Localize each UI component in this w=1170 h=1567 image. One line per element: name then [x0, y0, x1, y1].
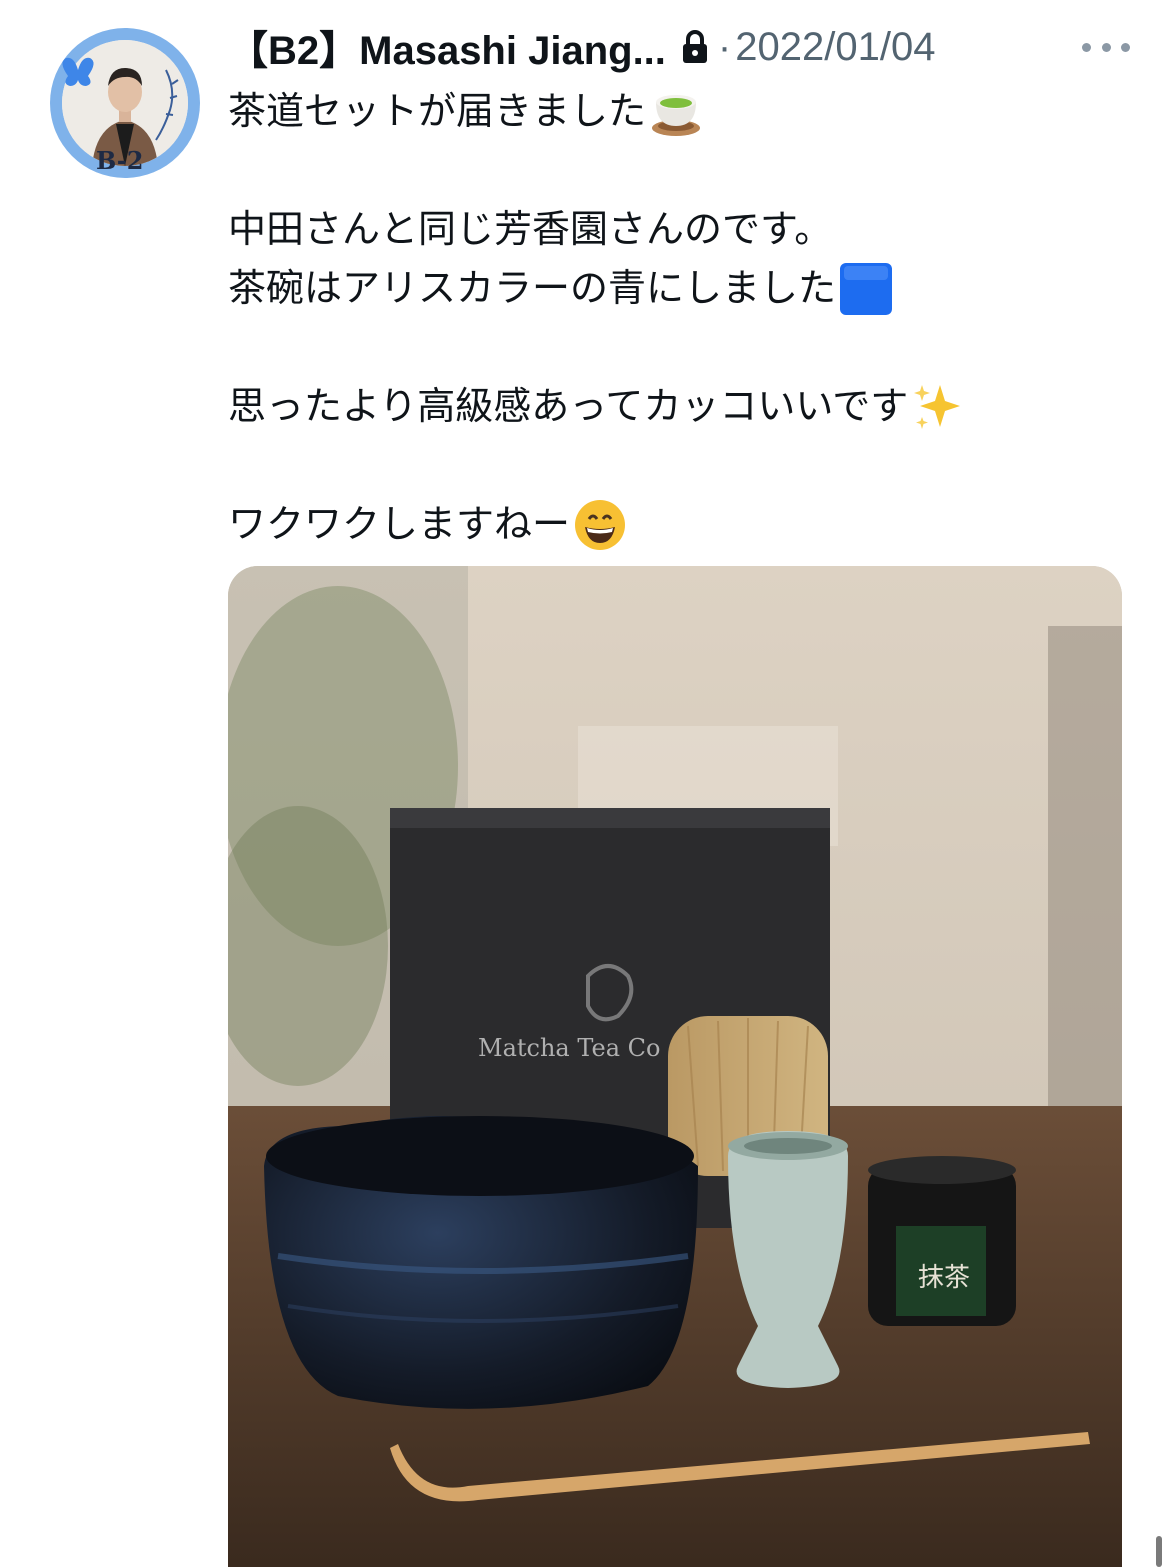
scrollbar[interactable]: [1156, 1536, 1162, 1567]
tweet-photo[interactable]: Matcha Tea Co 抹茶: [228, 566, 1122, 1567]
tweet-text: 茶道セットが届きました 中田さんと同じ芳香園さんのです。 茶碗はアリスカラーの青…: [228, 82, 1128, 554]
box-label: Matcha Tea Co: [478, 1034, 660, 1062]
matcha-set-photo-icon: Matcha Tea Co 抹茶: [228, 566, 1122, 1567]
tweet-line-text: 茶道セットが届きました: [228, 89, 647, 133]
tweet-line: [228, 141, 1128, 200]
tweet-date[interactable]: 2022/01/04: [735, 25, 935, 70]
separator-dot: ·: [717, 24, 732, 69]
avatar[interactable]: B-2: [50, 28, 200, 178]
author-name[interactable]: 【B2】Masashi Jiang...: [228, 18, 666, 76]
tweet-line: 茶道セットが届きました: [228, 82, 1128, 141]
avatar-badge-text: B-2: [96, 146, 144, 175]
sparkles-emoji-icon: [910, 379, 966, 435]
blue-square-emoji-icon: [838, 261, 894, 317]
tweet-line-text: 思ったより高級感あってカッコいいです: [228, 384, 909, 428]
teacup-emoji-icon: [648, 84, 704, 140]
lock-icon: [680, 29, 710, 65]
tweet-line-text: 茶碗はアリスカラーの青にしました: [228, 266, 837, 310]
tweet-line: 茶碗はアリスカラーの青にしました: [228, 259, 1128, 318]
tweet-line-text: 中田さんと同じ芳香園さんのです。: [228, 207, 833, 251]
more-options-icon[interactable]: [1082, 32, 1130, 62]
tweet-line: [228, 318, 1128, 377]
tweet-line: ワクワクしますねー: [228, 495, 1128, 554]
tweet-line: 中田さんと同じ芳香園さんのです。: [228, 200, 1128, 259]
tweet-line-text: ワクワクしますねー: [228, 502, 571, 546]
tweet-header: 【B2】Masashi Jiang... · 2022/01/04: [228, 22, 1130, 73]
grinning-face-emoji-icon: [572, 497, 628, 553]
tweet-line: 思ったより高級感あってカッコいいです: [228, 377, 1128, 436]
tweet-line: [228, 436, 1128, 495]
tin-label: 抹茶: [918, 1263, 970, 1293]
